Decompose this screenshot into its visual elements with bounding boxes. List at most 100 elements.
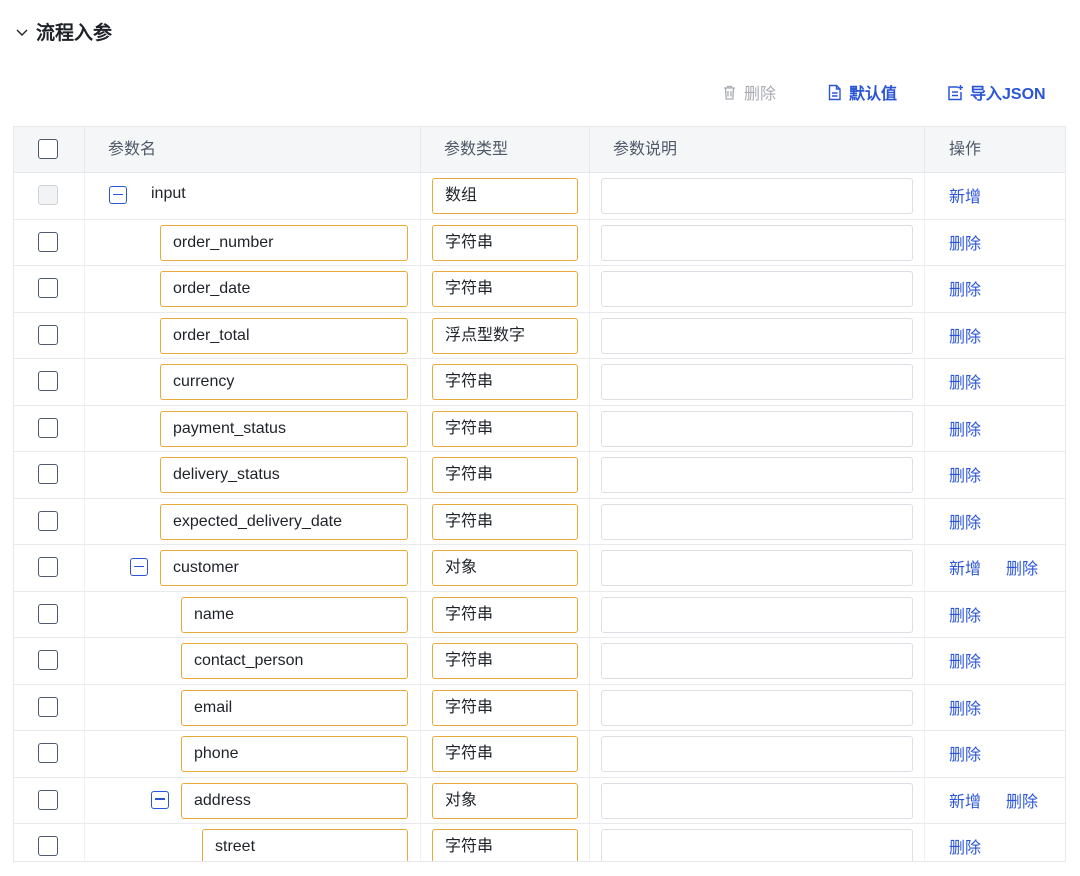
chevron-down-icon[interactable]: [14, 24, 30, 40]
add-child-link[interactable]: 新增: [949, 173, 981, 223]
row-checkbox[interactable]: [38, 371, 58, 391]
param-type-select[interactable]: 对象: [432, 782, 578, 819]
param-desc-input[interactable]: [601, 317, 913, 354]
param-desc-input[interactable]: [601, 503, 913, 540]
table-row: payment_status 字符串 删除: [14, 405, 1065, 456]
table-header: 参数名 参数类型 参数说明 操作: [14, 127, 1065, 173]
row-checkbox[interactable]: [38, 789, 58, 810]
default-value-button[interactable]: 默认值: [826, 80, 897, 104]
param-name-field[interactable]: street: [202, 829, 408, 861]
row-checkbox[interactable]: [38, 650, 58, 670]
row-checkbox[interactable]: [38, 278, 58, 298]
row-checkbox[interactable]: [38, 464, 58, 484]
param-name-field[interactable]: order_number: [160, 224, 408, 261]
param-type-select[interactable]: 对象: [432, 550, 578, 586]
row-checkbox[interactable]: [38, 557, 58, 577]
table-row: order_number 字符串 删除: [14, 219, 1065, 270]
delete-row-link[interactable]: 删除: [949, 313, 981, 363]
import-json-button[interactable]: 导入JSON: [947, 80, 1046, 104]
row-checkbox[interactable]: [38, 696, 58, 717]
param-name-field[interactable]: email: [181, 689, 408, 726]
row-checkbox[interactable]: [38, 510, 58, 531]
row-checkbox[interactable]: [38, 231, 58, 252]
delete-row-link[interactable]: 删除: [949, 731, 981, 781]
header-param-desc: 参数说明: [613, 141, 678, 158]
table-row: email 字符串 删除: [14, 684, 1065, 735]
param-desc-input[interactable]: [601, 271, 913, 307]
param-type-select[interactable]: 字符串: [432, 224, 578, 261]
minus-square-icon[interactable]: [151, 790, 169, 809]
delete-row-link[interactable]: 删除: [949, 220, 981, 270]
param-type-select[interactable]: 字符串: [432, 364, 578, 400]
delete-row-link[interactable]: 删除: [949, 638, 981, 688]
delete-row-link[interactable]: 删除: [949, 824, 981, 861]
param-type-select[interactable]: 字符串: [432, 410, 578, 447]
param-desc-input[interactable]: [601, 736, 913, 772]
param-desc-input[interactable]: [601, 224, 913, 261]
table-row: contact_person 字符串 删除: [14, 638, 1065, 685]
add-child-link[interactable]: 新增: [949, 545, 981, 595]
header-param-name: 参数名: [108, 141, 157, 158]
param-type-select[interactable]: 数组: [432, 178, 578, 214]
delete-row-link[interactable]: 删除: [949, 685, 981, 735]
section-header[interactable]: 流程入参: [14, 18, 112, 45]
row-checkbox[interactable]: [38, 836, 58, 856]
table-row: input 数组 新增: [14, 173, 1065, 220]
param-name-field[interactable]: currency: [160, 364, 408, 400]
delete-row-link[interactable]: 删除: [949, 499, 981, 549]
param-name-field[interactable]: order_total: [160, 317, 408, 354]
param-desc-input[interactable]: [601, 457, 913, 493]
trash-icon: [724, 85, 735, 100]
param-name-field[interactable]: customer: [160, 550, 408, 586]
param-desc-input[interactable]: [601, 596, 913, 633]
param-desc-input[interactable]: [601, 410, 913, 447]
table-row: phone 字符串 删除: [14, 731, 1065, 778]
param-type-select[interactable]: 字符串: [432, 829, 578, 861]
param-name-field[interactable]: expected_delivery_date: [160, 503, 408, 540]
param-type-select[interactable]: 浮点型数字: [432, 317, 578, 354]
param-name-field[interactable]: order_date: [160, 271, 408, 307]
param-desc-input[interactable]: [601, 643, 913, 679]
param-type-select[interactable]: 字符串: [432, 503, 578, 540]
delete-row-link[interactable]: 删除: [949, 266, 981, 316]
table-row: name 字符串 删除: [14, 591, 1065, 642]
header-param-type: 参数类型: [444, 141, 509, 158]
param-name-field[interactable]: contact_person: [181, 643, 408, 679]
param-name-field[interactable]: address: [181, 782, 408, 819]
delete-row-link[interactable]: 删除: [949, 592, 981, 642]
delete-row-link[interactable]: 删除: [1006, 545, 1038, 595]
param-type-select[interactable]: 字符串: [432, 271, 578, 307]
param-type-select[interactable]: 字符串: [432, 457, 578, 493]
row-checkbox[interactable]: [38, 324, 58, 345]
param-desc-input[interactable]: [601, 364, 913, 400]
param-name-field[interactable]: name: [181, 596, 408, 633]
param-name-field[interactable]: payment_status: [160, 410, 408, 447]
delete-row-link[interactable]: 删除: [949, 452, 981, 502]
param-name-field[interactable]: delivery_status: [160, 457, 408, 493]
delete-row-link[interactable]: 删除: [1006, 778, 1038, 828]
row-checkbox[interactable]: [38, 603, 58, 624]
delete-row-link[interactable]: 删除: [949, 359, 981, 409]
param-desc-input[interactable]: [601, 782, 913, 819]
add-child-link[interactable]: 新增: [949, 778, 981, 828]
minus-square-icon[interactable]: [109, 186, 127, 204]
param-type-select[interactable]: 字符串: [432, 643, 578, 679]
param-type-select[interactable]: 字符串: [432, 689, 578, 726]
param-desc-input[interactable]: [601, 689, 913, 726]
select-all-checkbox[interactable]: [38, 139, 58, 159]
param-desc-input[interactable]: [601, 829, 913, 861]
row-checkbox[interactable]: [38, 743, 58, 763]
import-json-label: 导入JSON: [970, 86, 1046, 103]
document-icon: [828, 84, 841, 100]
default-value-label: 默认值: [849, 86, 898, 103]
minus-square-icon[interactable]: [130, 558, 148, 576]
param-desc-input[interactable]: [601, 550, 913, 586]
param-type-select[interactable]: 字符串: [432, 596, 578, 633]
param-desc-input[interactable]: [601, 178, 913, 214]
param-name-field[interactable]: phone: [181, 736, 408, 772]
delete-row-link[interactable]: 删除: [949, 406, 981, 456]
table-row: order_date 字符串 删除: [14, 266, 1065, 313]
row-checkbox[interactable]: [38, 417, 58, 438]
delete-button[interactable]: 删除: [721, 80, 776, 104]
param-type-select[interactable]: 字符串: [432, 736, 578, 772]
